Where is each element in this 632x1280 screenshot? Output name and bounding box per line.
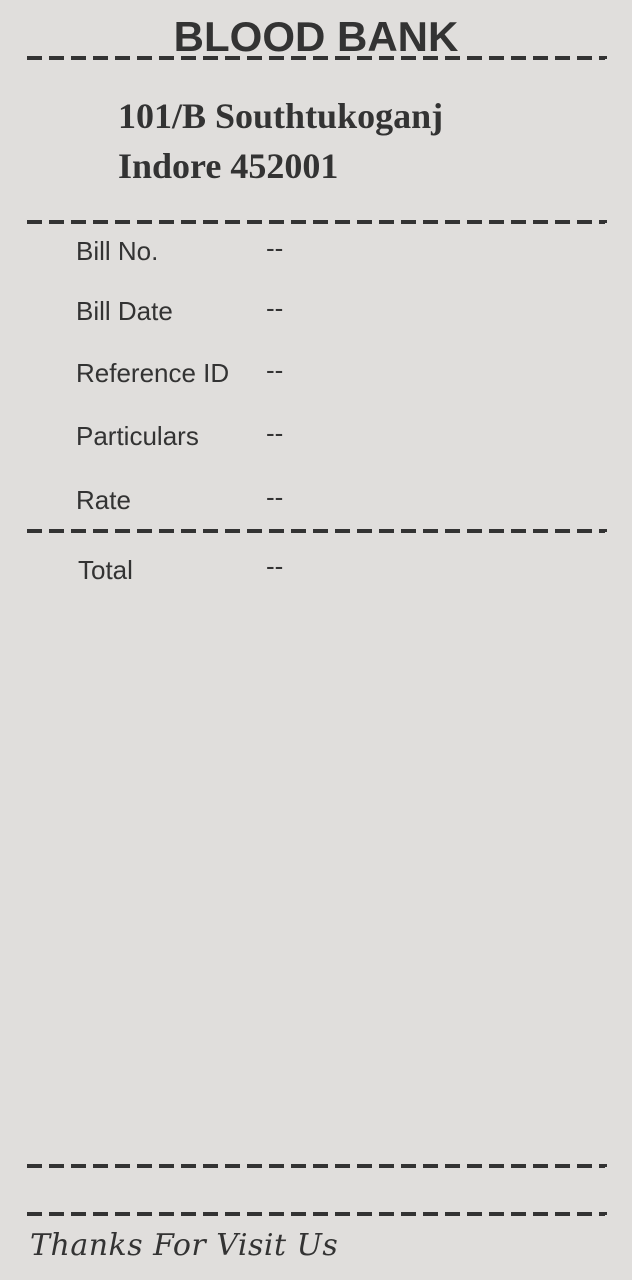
particulars-value: --: [266, 418, 284, 448]
address-line-2: Indore 452001: [118, 146, 339, 186]
divider: [27, 1212, 607, 1216]
address-line-1: 101/B Southtukoganj: [118, 96, 444, 136]
divider: [27, 220, 607, 224]
bill-date-label: Bill Date: [76, 296, 173, 326]
divider: [27, 1164, 607, 1168]
reference-id-value: --: [266, 355, 284, 385]
reference-id-label: Reference ID: [76, 358, 230, 388]
total-value: --: [266, 551, 284, 581]
footer-thanks: Thanks For Visit Us: [30, 1228, 339, 1263]
divider: [27, 56, 607, 60]
bill-no-value: --: [266, 233, 284, 263]
rate-value: --: [266, 482, 284, 512]
bill-date-value: --: [266, 293, 284, 323]
particulars-label: Particulars: [76, 421, 199, 451]
divider: [27, 529, 607, 533]
rate-label: Rate: [76, 485, 131, 515]
total-label: Total: [78, 555, 133, 585]
bill-no-label: Bill No.: [76, 236, 159, 266]
